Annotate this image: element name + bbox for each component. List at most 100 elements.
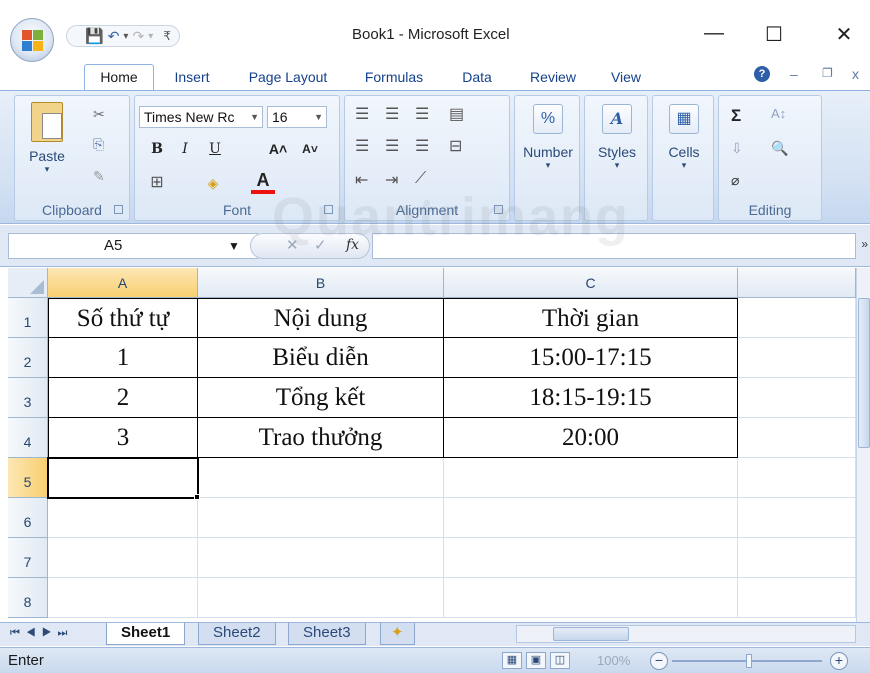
cell[interactable] (738, 378, 856, 418)
tab-view[interactable]: View (594, 65, 658, 90)
underline-button[interactable]: U (203, 138, 227, 160)
help-icon[interactable]: ? (754, 66, 770, 82)
number-group[interactable]: % Number ▾ (514, 95, 580, 221)
customize-qat-icon[interactable]: ₹ (163, 29, 171, 43)
column-header-c[interactable]: C (444, 268, 738, 298)
tab-formulas[interactable]: Formulas (346, 65, 442, 90)
alignment-launcher-icon[interactable] (494, 205, 503, 214)
cancel-entry-icon[interactable]: ✕ (286, 236, 299, 254)
mdi-close-icon[interactable]: x (852, 66, 859, 82)
fill-handle[interactable] (194, 494, 200, 500)
cell[interactable]: Tổng kết (198, 378, 444, 418)
normal-view-icon[interactable]: ▦ (502, 652, 522, 669)
row-header-1[interactable]: 1 (8, 298, 48, 338)
merge-center-icon[interactable]: ⊟ (449, 136, 462, 156)
cell[interactable]: 1 (48, 338, 198, 378)
cut-icon[interactable]: ✂ (93, 106, 105, 123)
name-box[interactable]: A5 (8, 233, 258, 259)
zoom-level[interactable]: 100% (597, 653, 630, 668)
cell[interactable] (738, 538, 856, 578)
clipboard-launcher-icon[interactable] (114, 205, 123, 214)
cell[interactable]: 3 (48, 418, 198, 458)
maximize-icon[interactable]: ☐ (762, 22, 786, 47)
align-center-icon[interactable]: ☰ (385, 136, 399, 156)
insert-sheet-icon[interactable]: ✦ (380, 623, 415, 645)
grow-font-button[interactable]: A˄ (263, 138, 293, 160)
cell[interactable] (198, 538, 444, 578)
cell[interactable] (738, 578, 856, 618)
align-bottom-icon[interactable]: ☰ (415, 104, 429, 124)
cell[interactable] (198, 498, 444, 538)
cell[interactable] (738, 458, 856, 498)
row-header-8[interactable]: 8 (8, 578, 48, 618)
cell[interactable]: 2 (48, 378, 198, 418)
cells-button[interactable]: ▦ Cells ▾ (657, 104, 711, 171)
tab-page-layout[interactable]: Page Layout (230, 65, 346, 90)
sheet-tab-1[interactable]: Sheet1 (106, 623, 186, 645)
formula-input[interactable] (372, 233, 856, 259)
vertical-scroll-thumb[interactable] (858, 298, 870, 448)
expand-formula-bar-icon[interactable]: » (861, 237, 868, 251)
borders-button[interactable]: ⊞ (145, 172, 169, 194)
orientation-icon[interactable]: ⟋ (415, 170, 426, 188)
worksheet-grid[interactable]: A B C 1 Số thứ tự Nội dung Thời gian 2 1 Biểu diễ… (0, 268, 870, 622)
cell[interactable]: Số thứ tự (48, 298, 198, 338)
redo-dropdown-icon[interactable]: ▾ (148, 31, 153, 42)
styles-button[interactable]: A Styles ▾ (589, 104, 645, 171)
close-icon[interactable]: ✕ (832, 22, 856, 47)
copy-icon[interactable]: ⎘ (93, 136, 104, 153)
mdi-minimize-icon[interactable]: – (790, 66, 798, 82)
number-button[interactable]: % Number ▾ (519, 104, 577, 171)
redo-icon[interactable]: ↷ (132, 28, 144, 45)
cell[interactable]: Trao thưởng (198, 418, 444, 458)
decrease-indent-icon[interactable]: ⇤ (355, 170, 368, 190)
sheet-tab-2[interactable]: Sheet2 (198, 623, 276, 645)
bold-button[interactable]: B (145, 138, 169, 160)
cell[interactable] (444, 498, 738, 538)
cell[interactable] (738, 418, 856, 458)
cell[interactable] (738, 298, 856, 338)
cells-group[interactable]: ▦ Cells ▾ (652, 95, 714, 221)
cell[interactable] (738, 498, 856, 538)
italic-button[interactable]: I (173, 138, 197, 160)
styles-group[interactable]: A Styles ▾ (584, 95, 648, 221)
undo-dropdown-icon[interactable]: ▾ (123, 31, 128, 42)
zoom-in-button[interactable]: + (830, 652, 848, 670)
confirm-entry-icon[interactable]: ✓ (314, 236, 327, 254)
font-name-select[interactable]: Times New Rc ▼ (139, 106, 263, 128)
find-select-icon[interactable]: 🔍 (771, 140, 788, 157)
font-color-button[interactable]: A (251, 170, 275, 194)
cell[interactable] (48, 578, 198, 618)
align-left-icon[interactable]: ☰ (355, 136, 369, 156)
save-icon[interactable]: 💾 (85, 27, 104, 45)
font-launcher-icon[interactable] (324, 205, 333, 214)
row-header-6[interactable]: 6 (8, 498, 48, 538)
office-button[interactable] (10, 18, 54, 62)
cell[interactable]: Nội dung (198, 298, 444, 338)
cell[interactable]: 20:00 (444, 418, 738, 458)
cell[interactable] (444, 538, 738, 578)
row-header-3[interactable]: 3 (8, 378, 48, 418)
row-header-4[interactable]: 4 (8, 418, 48, 458)
fill-icon[interactable]: ⇩ (731, 140, 743, 157)
column-header[interactable] (738, 268, 856, 298)
fill-color-button[interactable]: ◈ (201, 172, 225, 194)
page-break-view-icon[interactable]: ◫ (550, 652, 570, 669)
wrap-text-icon[interactable]: ▤ (449, 104, 464, 124)
sort-filter-icon[interactable]: A↕ (771, 106, 786, 121)
undo-icon[interactable]: ↶ (108, 28, 120, 45)
select-all-button[interactable] (8, 268, 48, 298)
paste-button[interactable]: Paste ▾ (21, 102, 73, 175)
increase-indent-icon[interactable]: ⇥ (385, 170, 398, 190)
cell[interactable]: Thời gian (444, 298, 738, 338)
insert-function-icon[interactable]: fx (346, 237, 359, 253)
format-painter-icon[interactable]: ✎ (93, 168, 105, 185)
cell[interactable] (444, 578, 738, 618)
cell[interactable]: Biểu diễn (198, 338, 444, 378)
sheet-tab-3[interactable]: Sheet3 (288, 623, 366, 645)
name-box-dropdown-icon[interactable]: ▼ (228, 239, 240, 253)
cell[interactable]: 15:00-17:15 (444, 338, 738, 378)
horizontal-scroll-thumb[interactable] (553, 627, 629, 641)
cell[interactable] (444, 458, 738, 498)
mdi-restore-icon[interactable]: ❐ (822, 66, 833, 80)
